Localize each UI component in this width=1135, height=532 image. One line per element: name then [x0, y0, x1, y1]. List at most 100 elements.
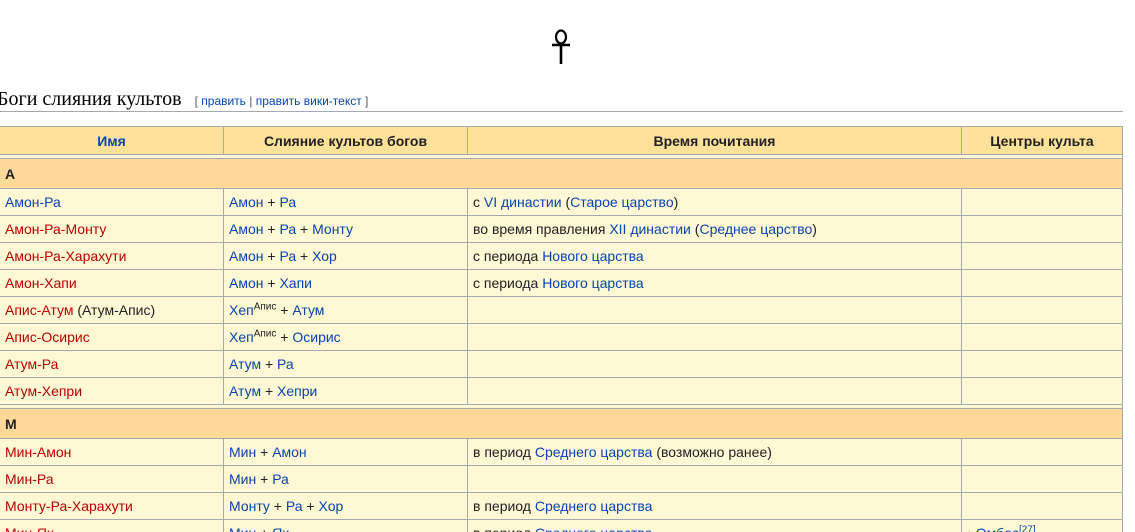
- section-header: Боги слияния культов [ править | править…: [0, 87, 1123, 112]
- cell-merger: Амон + Ра: [223, 188, 468, 216]
- deity-link[interactable]: Мин: [229, 471, 256, 487]
- deity-link[interactable]: Хор: [319, 498, 344, 514]
- deity-link[interactable]: Ра: [279, 221, 296, 237]
- plus-sign: +: [263, 194, 280, 210]
- god-name-link[interactable]: Амон-Ра-Монту: [5, 221, 106, 237]
- deity-link[interactable]: Хапи: [279, 275, 312, 291]
- plus-sign: +: [276, 302, 293, 318]
- god-name-link[interactable]: Атум-Ра: [5, 356, 58, 372]
- cell-name: Амон-Ра: [0, 188, 224, 216]
- god-name-link[interactable]: Амон-Ра-Харахути: [5, 248, 126, 264]
- syncretic-gods-table: Имя Слияние культов богов Время почитани…: [0, 126, 1123, 532]
- table-row: Апис-Атум (Атум-Апис) ХепАпис + Атум: [0, 296, 1123, 324]
- plus-sign: +: [302, 498, 319, 514]
- table-row: Амон-Хапи Амон + Хапи с периода Нового цар…: [0, 269, 1123, 297]
- deity-link[interactable]: Ра: [277, 356, 294, 372]
- plus-sign: +: [263, 248, 280, 264]
- cell-time: в период Среднего царства: [467, 519, 962, 532]
- god-name-link[interactable]: Апис-Атум: [5, 302, 73, 318]
- table-row: Амон-Ра-Харахути Амон + Ра + Хор с периода…: [0, 242, 1123, 270]
- cell-name: Атум-Ра: [0, 350, 224, 378]
- cell-name: Атум-Хепри: [0, 377, 224, 405]
- period-link[interactable]: Нового царства: [542, 248, 644, 264]
- god-name-link[interactable]: Мин-Амон: [5, 444, 71, 460]
- deity-link[interactable]: Ях: [272, 525, 289, 532]
- cell-centers: [961, 465, 1123, 493]
- deity-link[interactable]: Монту: [312, 221, 353, 237]
- table-row: Амон-Ра Амон + Ра с VI династии (Старое ца…: [0, 188, 1123, 216]
- deity-link[interactable]: Хеп: [229, 329, 254, 345]
- cell-name: Монту-Ра-Харахути: [0, 492, 224, 520]
- group-letter: А: [0, 158, 1123, 189]
- cell-time: с VI династии (Старое царство): [467, 188, 962, 216]
- edit-source-link[interactable]: править вики-текст: [256, 94, 362, 108]
- deity-sup: Апис: [253, 328, 277, 340]
- column-header-name[interactable]: Имя: [0, 126, 224, 155]
- time-text: в период: [473, 444, 535, 460]
- plus-sign: +: [256, 444, 273, 460]
- deity-link[interactable]: Ра: [279, 194, 296, 210]
- deity-link[interactable]: Монту: [229, 498, 270, 514]
- cell-name: Апис-Осирис: [0, 323, 224, 351]
- god-name-link[interactable]: Амон-Ра: [5, 194, 61, 210]
- plus-sign: +: [256, 525, 272, 532]
- deity-link[interactable]: Хор: [312, 248, 337, 264]
- deity-link[interactable]: Амон: [272, 444, 306, 460]
- table-row: Мин-Ра Мин + Ра: [0, 465, 1123, 493]
- article-page: Боги слияния культов [ править | править…: [0, 0, 1135, 532]
- god-name-link[interactable]: Атум-Хепри: [5, 383, 82, 399]
- period-link[interactable]: VI династии: [484, 194, 562, 210]
- time-text: ): [673, 194, 679, 210]
- deity-link[interactable]: Ра: [286, 498, 303, 514]
- cell-centers: [961, 350, 1123, 378]
- god-name-link[interactable]: Мин-Ях: [5, 525, 54, 532]
- cell-name: Апис-Атум (Атум-Апис): [0, 296, 224, 324]
- cell-centers: [961, 215, 1123, 243]
- period-link[interactable]: Среднее царство: [699, 221, 812, 237]
- cell-centers: • Омбос[27]: [961, 519, 1123, 532]
- table-row: Апис-Осирис ХепАпис + Осирис: [0, 323, 1123, 351]
- deity-link[interactable]: Ра: [272, 471, 289, 487]
- cell-centers: [961, 188, 1123, 216]
- deity-link[interactable]: Мин: [229, 525, 256, 532]
- deity-link[interactable]: Мин: [229, 444, 256, 460]
- time-text: в период: [473, 525, 535, 532]
- cell-time: во время правления XII династии (Среднее…: [467, 215, 962, 243]
- cell-merger: Атум + Ра: [223, 350, 468, 378]
- god-name-link[interactable]: Апис-Осирис: [5, 329, 90, 345]
- cell-centers: [961, 296, 1123, 324]
- deity-link[interactable]: Атум: [229, 356, 261, 372]
- cult-center-link[interactable]: Омбос: [976, 525, 1019, 532]
- time-text: с периода: [473, 248, 543, 264]
- period-link[interactable]: Среднего царства: [535, 525, 653, 532]
- deity-link[interactable]: Амон: [229, 275, 263, 291]
- deity-link[interactable]: Осирис: [292, 329, 340, 345]
- plus-sign: +: [263, 275, 280, 291]
- cell-name: Амон-Ра-Харахути: [0, 242, 224, 270]
- god-name-link[interactable]: Мин-Ра: [5, 471, 54, 487]
- period-link[interactable]: Среднего царства: [535, 444, 653, 460]
- deity-link[interactable]: Хепри: [277, 383, 317, 399]
- period-link[interactable]: Старое царство: [570, 194, 673, 210]
- cell-merger: Амон + Ра + Хор: [223, 242, 468, 270]
- table-header-row: Имя Слияние культов богов Время почитани…: [0, 126, 1123, 155]
- god-name-link[interactable]: Монту-Ра-Харахути: [5, 498, 133, 514]
- edit-link[interactable]: править: [201, 94, 246, 108]
- deity-link[interactable]: Хеп: [229, 302, 254, 318]
- deity-link[interactable]: Атум: [292, 302, 324, 318]
- reference-link[interactable]: [27]: [1019, 524, 1036, 532]
- section-title: Боги слияния культов: [0, 88, 182, 110]
- period-link[interactable]: Нового царства: [542, 275, 644, 291]
- period-link[interactable]: Среднего царства: [535, 498, 653, 514]
- ankh-icon: [552, 29, 570, 64]
- deity-link[interactable]: Амон: [229, 221, 263, 237]
- deity-link[interactable]: Ра: [279, 248, 296, 264]
- table-body: А Амон-Ра Амон + Ра с VI династии (Старое ц…: [0, 154, 1123, 532]
- god-name-link[interactable]: Амон-Хапи: [5, 275, 77, 291]
- deity-link[interactable]: Амон: [229, 248, 263, 264]
- cell-name: Мин-Ра: [0, 465, 224, 493]
- period-link[interactable]: XII династии: [609, 221, 691, 237]
- deity-link[interactable]: Амон: [229, 194, 263, 210]
- deity-link[interactable]: Атум: [229, 383, 261, 399]
- time-text: во время правления: [473, 221, 610, 237]
